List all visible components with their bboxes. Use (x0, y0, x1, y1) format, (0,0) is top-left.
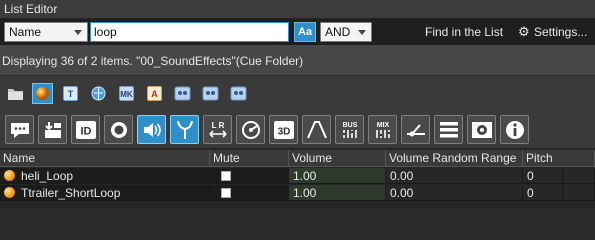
pan3d-circle-icon[interactable] (236, 115, 265, 144)
gear-icon: ⚙ (518, 24, 530, 39)
field-select[interactable]: Name (4, 22, 88, 42)
volume-icon[interactable] (137, 115, 166, 144)
cue-name: heli_Loop (21, 169, 74, 183)
list-icon[interactable] (434, 115, 463, 144)
mute-checkbox[interactable] (221, 171, 231, 181)
cue-orb-icon (4, 170, 15, 181)
track-t-icon[interactable]: T (60, 83, 81, 104)
settings-button[interactable]: ⚙ Settings... (518, 24, 587, 40)
column-header-volume[interactable]: Volume (289, 150, 386, 167)
category-icon[interactable] (38, 115, 67, 144)
record-icon[interactable] (104, 115, 133, 144)
id-icon[interactable]: ID (71, 115, 100, 144)
mute-cell (210, 168, 289, 184)
chevron-down-icon (74, 30, 82, 35)
info-icon[interactable] (500, 115, 529, 144)
mk-icon[interactable]: MK (116, 83, 137, 104)
cue-orb-icon[interactable] (32, 83, 53, 104)
column-toolbar: ID L R 3D BUS MIX (0, 113, 595, 149)
name-cell[interactable]: Ttrailer_ShortLoop (0, 185, 210, 201)
column-header-name[interactable]: Name (0, 150, 210, 167)
filter-toolbar: Name Aa AND Find in the List ⚙ Settings..… (0, 19, 595, 45)
folder-icon[interactable] (5, 83, 26, 104)
type-filter-toolbar: T MK A (0, 75, 595, 113)
column-header-mute[interactable]: Mute (210, 150, 289, 167)
send-icon[interactable] (401, 115, 430, 144)
volume-cell[interactable]: 1.00 (289, 185, 386, 201)
volume-random-range-cell[interactable]: 0.00 (386, 168, 523, 184)
sound-link-icon-1[interactable] (172, 83, 193, 104)
sound-link-icon-2[interactable] (200, 83, 221, 104)
bus-label: BUS (343, 122, 358, 129)
volume-cell[interactable]: 1.00 (289, 168, 386, 184)
mute-cell (210, 185, 289, 201)
status-text: Displaying 36 of 2 items. "00_SoundEffec… (0, 45, 595, 75)
lr-pan-icon[interactable]: L R (203, 115, 232, 144)
volume-random-range-cell[interactable]: 0.00 (386, 185, 523, 201)
aisac-a-icon[interactable]: A (144, 83, 165, 104)
mix-label: MIX (377, 122, 390, 129)
id-label: ID (81, 126, 92, 138)
name-cell[interactable]: heli_Loop (0, 168, 210, 184)
lr-label: L R (212, 121, 225, 130)
logic-select[interactable]: AND (320, 22, 372, 42)
column-header-volume-random-range[interactable]: Volume Random Range (386, 150, 523, 167)
extra-cell (563, 185, 595, 201)
pitch-icon[interactable] (170, 115, 199, 144)
find-in-list-link[interactable]: Find in the List (425, 25, 503, 39)
table-row[interactable]: Ttrailer_ShortLoop 1.00 0.00 0 (0, 185, 595, 201)
cue-orb-icon (4, 187, 15, 198)
bus-icon[interactable]: BUS (335, 115, 364, 144)
sound-link-icon-3[interactable] (228, 83, 249, 104)
chevron-down-icon (358, 30, 366, 35)
mute-checkbox[interactable] (221, 188, 231, 198)
mk-label: MK (119, 86, 134, 101)
pan3d-icon[interactable]: 3D (269, 115, 298, 144)
table-row[interactable]: heli_Loop 1.00 0.00 0 (0, 168, 595, 184)
cue-name: Ttrailer_ShortLoop (21, 186, 121, 200)
logic-select-value: AND (325, 25, 351, 39)
pan3d-label: 3D (278, 127, 291, 138)
extra-cell (563, 168, 595, 184)
comment-icon[interactable] (5, 115, 34, 144)
settings-label: Settings... (534, 25, 588, 39)
window-title: List Editor (0, 0, 595, 19)
pitch-cell[interactable]: 0 (523, 185, 563, 201)
media-icon[interactable] (467, 115, 496, 144)
pitch-cell[interactable]: 0 (523, 168, 563, 184)
envelope-icon[interactable] (302, 115, 331, 144)
list-table: Name Mute Volume Volume Random Range Pit… (0, 150, 595, 208)
field-select-value: Name (9, 25, 42, 39)
waveform-globe-icon[interactable] (88, 83, 109, 104)
column-header-pitch[interactable]: Pitch (523, 150, 595, 167)
case-sensitive-button[interactable]: Aa (294, 22, 316, 42)
search-input[interactable] (90, 22, 289, 42)
mix-icon[interactable]: MIX (368, 115, 397, 144)
